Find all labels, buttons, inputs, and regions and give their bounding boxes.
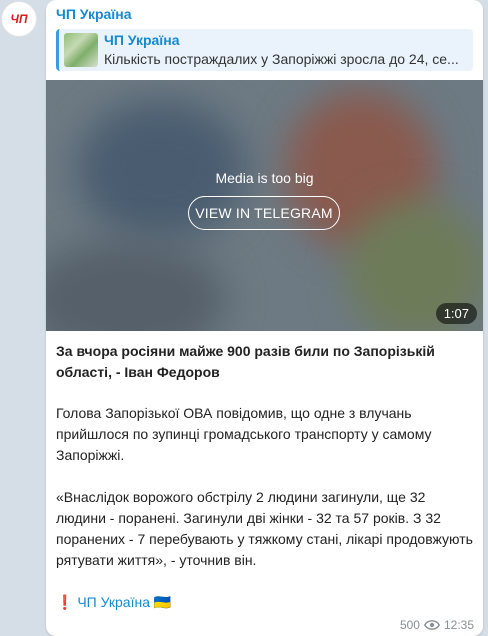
channel-name[interactable]: ЧП Україна xyxy=(56,6,132,22)
post-paragraph: Голова Запорізької ОВА повідомив, що одн… xyxy=(56,405,432,463)
exclamation-icon: ❗ xyxy=(56,594,74,610)
view-in-telegram-button[interactable]: VIEW IN TELEGRAM xyxy=(188,196,340,230)
reply-title: ЧП Україна xyxy=(104,32,180,48)
video-placeholder[interactable]: Media is too big VIEW IN TELEGRAM 1:07 xyxy=(46,80,483,331)
message-bubble: ЧП Україна ЧП Україна Кількість постражд… xyxy=(46,0,483,636)
reply-text: Кількість постраждалих у Запоріжжі зросл… xyxy=(104,51,459,67)
signature: ❗ ЧП Україна 🇺🇦 xyxy=(56,592,474,613)
video-duration: 1:07 xyxy=(435,303,477,324)
blurred-shape xyxy=(46,240,226,331)
eye-icon xyxy=(423,620,440,630)
post-headline: За вчора росіяни майже 900 разів били по… xyxy=(56,343,435,380)
reply-preview[interactable]: ЧП Україна Кількість постраждалих у Запо… xyxy=(56,29,473,71)
post-quote: «Внаслідок ворожого обстрілу 2 людини за… xyxy=(56,489,473,568)
reply-thumbnail xyxy=(64,33,98,67)
message-footer: 500 12:35 xyxy=(400,618,474,632)
channel-avatar[interactable]: ЧП xyxy=(1,1,37,37)
view-count: 500 xyxy=(399,618,420,632)
signature-link[interactable]: ЧП Україна xyxy=(77,594,150,610)
message-time: 12:35 xyxy=(443,618,474,632)
avatar-initials: ЧП xyxy=(10,12,28,26)
ukraine-flag-icon: 🇺🇦 xyxy=(153,594,172,610)
media-too-big-text: Media is too big xyxy=(215,170,314,186)
